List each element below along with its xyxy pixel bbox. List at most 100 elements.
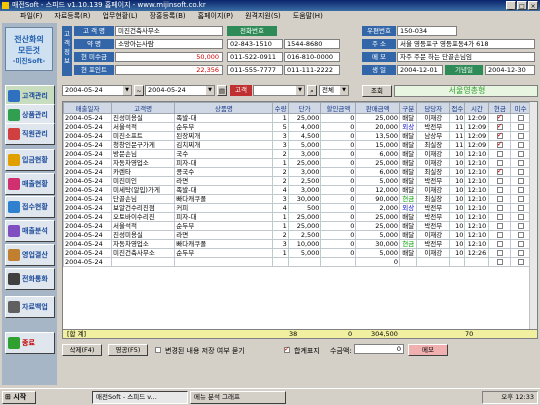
- table-cell[interactable]: 3,000: [287, 149, 322, 159]
- table-cell[interactable]: 이재강: [416, 158, 451, 168]
- table-cell[interactable]: 미세탁(알입)가게: [110, 185, 176, 195]
- table-cell[interactable]: 박전무: [416, 176, 451, 186]
- table-cell[interactable]: 라면: [174, 230, 274, 240]
- column-header[interactable]: 구분: [398, 102, 418, 114]
- table-cell[interactable]: 진성미용실: [110, 113, 176, 123]
- table-cell[interactable]: 0: [320, 212, 357, 222]
- table-cell[interactable]: 12:09: [464, 113, 490, 123]
- table-cell[interactable]: 4: [272, 185, 289, 195]
- menu-help[interactable]: 도움말(H): [293, 11, 323, 22]
- cash-check-cell[interactable]: [488, 149, 512, 159]
- table-cell[interactable]: 4,500: [287, 131, 322, 141]
- table-cell[interactable]: 10: [449, 212, 466, 222]
- cash-check-cell[interactable]: [488, 140, 512, 150]
- sum-toggle-checkbox[interactable]: [284, 345, 290, 354]
- unpaid-check-cell[interactable]: [510, 113, 531, 123]
- table-cell[interactable]: 11: [449, 122, 466, 132]
- table-cell[interactable]: 이재강: [416, 149, 451, 159]
- table-cell[interactable]: 0: [320, 113, 357, 123]
- table-cell[interactable]: 20,000: [355, 122, 400, 132]
- table-cell[interactable]: 3: [272, 239, 289, 249]
- scope-select[interactable]: 전체 ▼: [319, 85, 349, 96]
- unpaid-check-cell[interactable]: [510, 221, 531, 231]
- table-cell[interactable]: 12:09: [464, 140, 490, 150]
- cash-check-cell[interactable]: [488, 194, 512, 204]
- table-cell[interactable]: 최실장: [416, 167, 451, 177]
- table-cell[interactable]: 10: [449, 203, 466, 213]
- table-cell[interactable]: 30,000: [355, 239, 400, 249]
- table-row[interactable]: 2004-05-24 진성미용실 라면 2 2,500 0 5,000 배달 이재강 10 12:1…: [63, 230, 531, 240]
- memo-field[interactable]: 자주 주문 하는 단골손님임: [397, 52, 535, 62]
- table-cell[interactable]: 25,000: [355, 221, 400, 231]
- table-cell[interactable]: 2,000: [355, 203, 400, 213]
- unpaid-check-cell[interactable]: [510, 203, 531, 213]
- table-cell[interactable]: 12:09: [464, 122, 490, 132]
- table-cell[interactable]: 11: [449, 140, 466, 150]
- table-cell[interactable]: 0: [320, 158, 357, 168]
- table-cell[interactable]: 0: [355, 257, 400, 267]
- table-cell[interactable]: 2004-05-24: [63, 194, 112, 204]
- table-cell[interactable]: [449, 257, 466, 267]
- table-cell[interactable]: 10: [449, 248, 466, 258]
- table-cell[interactable]: 족발-대: [174, 113, 274, 123]
- delete-button[interactable]: 삭제(F4): [62, 344, 102, 356]
- table-cell[interactable]: 500: [287, 203, 322, 213]
- table-row[interactable]: 2004-05-24 미진미인 라면 2 2,500 0 5,000 배달 박전무 10 12:10: [63, 176, 531, 186]
- table-cell[interactable]: 3: [272, 194, 289, 204]
- address-field[interactable]: 서울 영등포구 영등포동4가 618: [397, 39, 535, 49]
- table-cell[interactable]: 2004-05-24: [63, 212, 112, 222]
- table-cell[interactable]: 배달: [398, 212, 418, 222]
- table-cell[interactable]: 12:26: [464, 248, 490, 258]
- table-cell[interactable]: 박전무: [416, 239, 451, 249]
- cash-check-cell[interactable]: [488, 176, 512, 186]
- table-cell[interactable]: 미진소프트: [110, 131, 176, 141]
- memo-button[interactable]: 메모: [408, 344, 448, 356]
- table-cell[interactable]: [416, 257, 451, 267]
- search-button[interactable]: ⌕: [307, 85, 317, 96]
- cash-check-cell[interactable]: [488, 113, 512, 123]
- start-button[interactable]: ⊞ 시작: [2, 391, 36, 404]
- table-cell[interactable]: 현금: [398, 239, 418, 249]
- table-cell[interactable]: 12:10: [464, 176, 490, 186]
- table-cell[interactable]: 순두부: [174, 122, 274, 132]
- table-cell[interactable]: 김치찌개: [174, 140, 274, 150]
- table-cell[interactable]: [398, 257, 418, 267]
- table-row[interactable]: 2004-05-24 서울석적 순두부 1 25,000 0 25,000 배달 박전무 10 12…: [63, 221, 531, 231]
- table-cell[interactable]: 2,500: [287, 230, 322, 240]
- table-cell[interactable]: 13,500: [355, 131, 400, 141]
- table-cell[interactable]: [464, 257, 490, 267]
- table-row[interactable]: 2004-05-24 자동차영업소 빠다캐쿠폴 3 10,000 0 30,000 현금 박전무…: [63, 239, 531, 249]
- table-cell[interactable]: 0: [320, 131, 357, 141]
- table-cell[interactable]: 11: [449, 131, 466, 141]
- table-cell[interactable]: 현금: [398, 194, 418, 204]
- unpaid-field[interactable]: 50,000: [115, 52, 223, 62]
- table-cell[interactable]: 단골손님: [110, 194, 176, 204]
- table-cell[interactable]: 배달: [398, 113, 418, 123]
- table-cell[interactable]: 10: [449, 158, 466, 168]
- table-cell[interactable]: 최실장: [416, 140, 451, 150]
- unpaid-check-cell[interactable]: [510, 257, 531, 267]
- table-cell[interactable]: 10,000: [287, 239, 322, 249]
- table-cell[interactable]: 콩국수: [174, 167, 274, 177]
- unpaid-check-cell[interactable]: [510, 230, 531, 240]
- table-cell[interactable]: 25,000: [355, 158, 400, 168]
- table-cell[interactable]: 10: [449, 239, 466, 249]
- table-cell[interactable]: 배달: [398, 185, 418, 195]
- table-cell[interactable]: 10: [449, 176, 466, 186]
- table-row[interactable]: 2004-05-24 오토바이수리진 피자-대 1 25,000 0 25,000 배달 박전무…: [63, 212, 531, 222]
- unpaid-check-cell[interactable]: [510, 212, 531, 222]
- table-cell[interactable]: 12:10: [464, 185, 490, 195]
- customer-name-field[interactable]: 미진건축사무소: [115, 26, 223, 36]
- table-cell[interactable]: [320, 257, 357, 267]
- about-field[interactable]: 소망아는사람: [115, 39, 223, 49]
- table-cell[interactable]: 빠다캐쿠폴: [174, 239, 274, 249]
- unpaid-check-cell[interactable]: [510, 167, 531, 177]
- table-cell[interactable]: 25,000: [355, 212, 400, 222]
- sidebar-item-phone[interactable]: 전화통화: [5, 268, 55, 290]
- column-header[interactable]: 담당자: [416, 102, 451, 114]
- table-cell[interactable]: 5,000: [355, 230, 400, 240]
- cash-check-cell[interactable]: [488, 212, 512, 222]
- phone-field-2[interactable]: 1544-8680: [284, 39, 340, 49]
- table-row[interactable]: 2004-05-24 보알건수리진점 커피 4 500 0 2,000 외상 박전무 10 12:1…: [63, 203, 531, 213]
- unpaid-check-cell[interactable]: [510, 176, 531, 186]
